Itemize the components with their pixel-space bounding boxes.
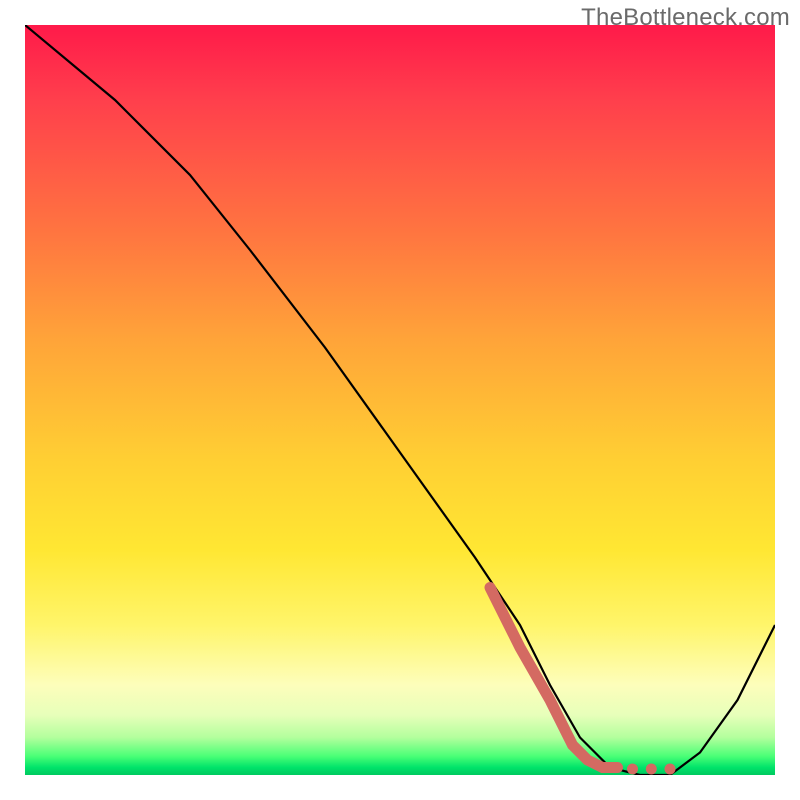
highlight-dots	[627, 764, 676, 775]
watermark-text: TheBottleneck.com	[581, 4, 790, 32]
highlight-dot	[665, 764, 676, 775]
main-curve	[25, 25, 775, 775]
highlight-segment	[490, 588, 618, 768]
highlight-dot	[646, 764, 657, 775]
plot-area	[25, 25, 775, 775]
chart-canvas: TheBottleneck.com	[0, 0, 800, 800]
chart-svg	[25, 25, 775, 775]
highlight-dot	[627, 764, 638, 775]
